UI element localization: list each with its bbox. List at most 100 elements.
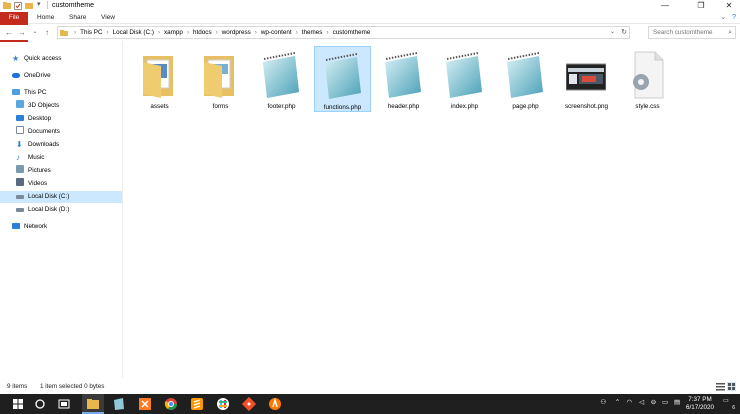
task-view-icon[interactable] <box>56 396 72 412</box>
chrome-icon[interactable] <box>163 396 179 412</box>
breadcrumb-customtheme[interactable]: customtheme <box>333 27 371 38</box>
maximize-button[interactable]: ❐ <box>690 0 712 11</box>
nav-quick-access[interactable]: ★ Quick access <box>12 53 112 65</box>
file-item-index-php[interactable]: index.php <box>436 46 493 112</box>
git-icon[interactable] <box>241 396 257 412</box>
people-icon[interactable]: ⚇ <box>600 399 606 406</box>
nav-local-disk-d[interactable]: Local Disk (D:) <box>16 204 116 216</box>
chevron-down-icon[interactable]: ⌄ <box>610 27 615 38</box>
taskbar: ⚇ ⌃ ◠ ◁ ⊖ ▭ ▤ 7:37 PM 6/17/2020 ▭ 6 <box>0 394 740 414</box>
clock-date: 6/17/2020 <box>685 404 714 411</box>
title-bar: ▾ customtheme — ❐ ✕ <box>0 0 740 11</box>
large-icons-view-icon[interactable] <box>727 382 736 391</box>
file-item-footer-php[interactable]: footer.php <box>253 46 310 112</box>
battery-icon[interactable]: ▭ <box>662 399 668 406</box>
properties-icon[interactable] <box>14 1 22 10</box>
chevron-up-icon[interactable]: ⌃ <box>615 399 620 406</box>
breadcrumb-this-pc[interactable]: This PC <box>80 27 102 38</box>
notepad-icon <box>446 52 482 98</box>
forward-button[interactable]: → <box>17 27 27 38</box>
windows-start-icon[interactable] <box>10 396 26 412</box>
nav-documents[interactable]: Documents <box>16 126 116 138</box>
breadcrumb-xampp[interactable]: xampp <box>164 27 183 38</box>
drive-icon <box>16 208 24 212</box>
tab-home[interactable]: Home <box>33 12 58 23</box>
navigation-pane: ★ Quick access OneDrive This PC 3D Object… <box>0 42 123 378</box>
cube-icon <box>16 100 24 108</box>
nav-videos[interactable]: Videos <box>16 178 116 190</box>
qa-customize-icon[interactable]: ▾ <box>37 0 41 8</box>
window-title: customtheme <box>52 2 95 9</box>
status-bar: 9 items 1 item selected 0 bytes <box>0 381 740 393</box>
file-item-screenshot-png[interactable]: screenshot.png <box>558 46 615 112</box>
search-box[interactable]: ⌕ <box>648 26 736 39</box>
nav-network[interactable]: Network <box>12 221 112 233</box>
help-icon[interactable]: ⌄? <box>720 13 736 21</box>
action-center-icon[interactable]: ▭ 6 <box>723 397 735 411</box>
video-icon <box>16 178 24 186</box>
minimize-button[interactable]: — <box>654 0 676 11</box>
clock[interactable]: 7:37 PM 6/17/2020 <box>682 396 718 412</box>
tab-share[interactable]: Share <box>65 12 90 23</box>
nav-onedrive[interactable]: OneDrive <box>12 70 112 82</box>
nav-this-pc[interactable]: This PC <box>12 87 112 99</box>
clock-time: 7:37 PM <box>688 396 712 403</box>
new-folder-icon[interactable] <box>25 1 33 10</box>
tab-view[interactable]: View <box>97 12 119 23</box>
back-button[interactable]: ← <box>4 27 14 38</box>
nav-local-disk-c[interactable]: Local Disk (C:) <box>0 191 122 203</box>
drive-icon <box>16 195 24 199</box>
keyboard-icon[interactable]: ▤ <box>674 399 680 406</box>
sublime-text-icon[interactable] <box>189 396 205 412</box>
file-item-page-php[interactable]: page.php <box>497 46 554 112</box>
volume-icon[interactable]: ◁ <box>639 399 644 406</box>
download-icon: ⬇ <box>16 140 23 149</box>
notification-badge: 6 <box>732 405 735 411</box>
file-item-header-php[interactable]: header.php <box>375 46 432 112</box>
up-button[interactable]: ↑ <box>42 27 52 38</box>
notepad-icon[interactable] <box>111 396 127 412</box>
recent-locations-icon[interactable]: ⌄ <box>30 27 40 38</box>
breadcrumb: › This PC › Local Disk (C:) › xampp › ht… <box>74 27 371 38</box>
network-icon <box>12 223 20 229</box>
notepad-icon <box>507 52 543 98</box>
search-icon[interactable]: ⌕ <box>728 27 732 38</box>
notepad-icon <box>263 52 299 98</box>
close-button[interactable]: ✕ <box>718 0 740 11</box>
item-count: 9 items <box>7 383 28 390</box>
xampp-icon[interactable] <box>137 396 153 412</box>
file-item-style-css[interactable]: style.css <box>619 46 676 112</box>
nav-3d-objects[interactable]: 3D Objects <box>16 100 116 112</box>
nav-music[interactable]: ♪ Music <box>16 152 116 164</box>
link-icon[interactable]: ⊖ <box>651 399 656 406</box>
details-view-icon[interactable] <box>716 382 725 391</box>
breadcrumb-htdocs[interactable]: htdocs <box>193 27 212 38</box>
notepad-icon <box>385 52 421 98</box>
file-explorer-icon[interactable] <box>85 396 101 412</box>
refresh-icon[interactable]: ↻ <box>621 27 627 38</box>
search-icon[interactable] <box>32 396 48 412</box>
star-icon: ★ <box>12 54 20 63</box>
expand-ribbon-icon[interactable]: ⌄ <box>720 14 726 21</box>
desktop-icon <box>16 115 24 121</box>
file-item-functions-php[interactable]: functions.php <box>314 46 371 112</box>
breadcrumb-wp-content[interactable]: wp-content <box>261 27 292 38</box>
document-icon <box>16 126 24 134</box>
breadcrumb-local-disk-c[interactable]: Local Disk (C:) <box>113 27 154 38</box>
avast-icon[interactable] <box>267 396 283 412</box>
address-row: ← → ⌄ ↑ › This PC › Local Disk (C:) › xa… <box>0 25 740 40</box>
wifi-icon[interactable]: ◠ <box>627 399 633 406</box>
breadcrumb-themes[interactable]: themes <box>302 27 323 38</box>
nav-downloads[interactable]: ⬇ Downloads <box>16 139 116 151</box>
music-icon: ♪ <box>16 153 20 162</box>
file-item-assets[interactable]: assets <box>131 46 188 112</box>
search-input[interactable] <box>653 29 725 36</box>
breadcrumb-wordpress[interactable]: wordpress <box>222 27 251 38</box>
nav-pictures[interactable]: Pictures <box>16 165 116 177</box>
file-item-forms[interactable]: forms <box>192 46 249 112</box>
slack-icon[interactable] <box>215 396 231 412</box>
address-bar[interactable]: › This PC › Local Disk (C:) › xampp › ht… <box>57 26 630 39</box>
folder-icon <box>60 30 68 36</box>
image-thumbnail-icon <box>566 63 606 91</box>
nav-desktop[interactable]: Desktop <box>16 113 116 125</box>
